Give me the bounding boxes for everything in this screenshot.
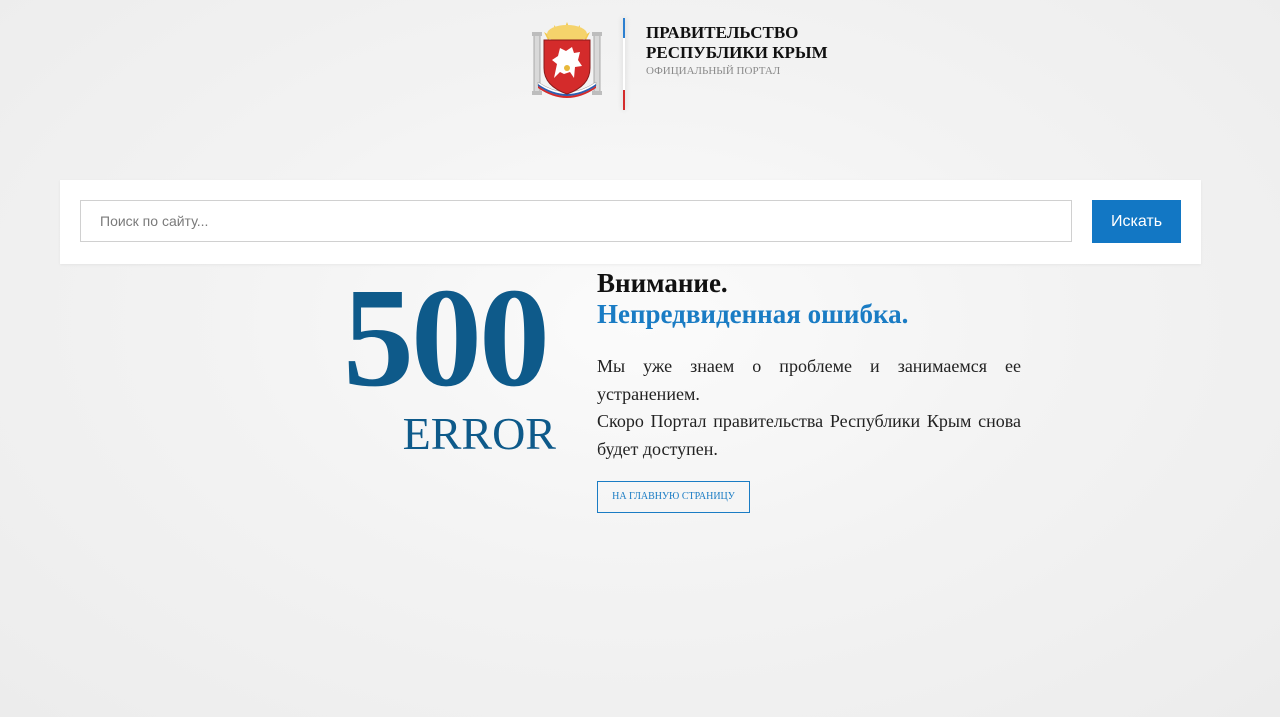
crimea-coat-of-arms-icon[interactable] — [530, 20, 604, 100]
error-message: Внимание. Непредвиденная ошибка. Мы уже … — [597, 268, 1021, 463]
error-subheading: Непредвиденная ошибка. — [597, 299, 909, 329]
search-bar: Искать — [60, 180, 1201, 264]
search-button[interactable]: Искать — [1092, 200, 1181, 243]
error-description: Мы уже знаем о проблеме и занимаемся ее … — [597, 353, 1021, 463]
error-description-line2: Скоро Портал правительства Республики Кр… — [597, 411, 1021, 459]
home-page-button[interactable]: НА ГЛАВНУЮ СТРАНИЦУ — [597, 481, 750, 513]
site-title-line2: РЕСПУБЛИКИ КРЫМ — [646, 43, 828, 62]
site-subtitle: ОФИЦИАЛЬНЫЙ ПОРТАЛ — [646, 65, 781, 77]
error-code: 500 — [343, 258, 550, 416]
header-divider — [623, 18, 625, 110]
site-title-line1: ПРАВИТЕЛЬСТВО — [646, 23, 799, 42]
site-header: ПРАВИТЕЛЬСТВО РЕСПУБЛИКИ КРЫМ ОФИЦИАЛЬНЫ… — [530, 18, 850, 113]
site-title[interactable]: ПРАВИТЕЛЬСТВО РЕСПУБЛИКИ КРЫМ ОФИЦИАЛЬНЫ… — [646, 23, 856, 77]
error-description-line1: Мы уже знаем о проблеме и занимаемся ее … — [597, 356, 1021, 404]
error-heading: Внимание. — [597, 268, 728, 298]
error-word: ERROR — [402, 408, 556, 459]
search-input[interactable] — [80, 200, 1072, 242]
